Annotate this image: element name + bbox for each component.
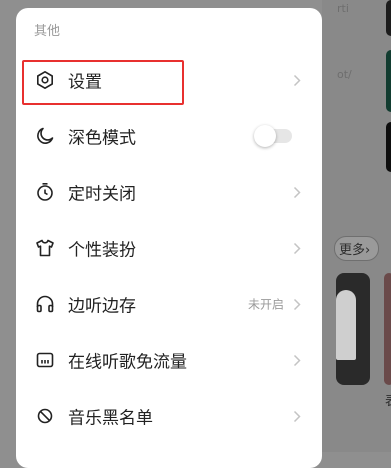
menu-item-label: 音乐黑名单 bbox=[68, 408, 153, 429]
moon-icon bbox=[34, 125, 56, 147]
background-figure bbox=[336, 290, 356, 360]
menu-item-label: 个性装扮 bbox=[68, 240, 136, 261]
section-title: 其他 bbox=[34, 24, 61, 39]
background-text: 表 bbox=[385, 390, 391, 409]
highlight-box bbox=[22, 60, 184, 105]
menu-item-free-data-streaming[interactable]: 在线听歌免流量 bbox=[16, 332, 322, 388]
toggle-knob bbox=[254, 125, 276, 147]
chevron-right-icon bbox=[292, 73, 302, 87]
background-thumbnail bbox=[386, 0, 391, 36]
background-more-button: 更多› bbox=[334, 236, 380, 261]
chevron-right-icon bbox=[292, 409, 302, 423]
headphones-icon bbox=[34, 293, 56, 315]
sim-card-icon bbox=[34, 349, 56, 371]
background-thumbnail bbox=[386, 50, 391, 112]
menu-item-dark-mode[interactable]: 深色模式 bbox=[16, 108, 322, 164]
menu-item-cache-while-listening[interactable]: 边听边存 未开启 bbox=[16, 276, 322, 332]
chevron-right-icon: › bbox=[365, 243, 371, 258]
chevron-right-icon bbox=[292, 241, 302, 255]
menu-item-sleep-timer[interactable]: 定时关闭 bbox=[16, 164, 322, 220]
menu-item-music-blacklist[interactable]: 音乐黑名单 bbox=[16, 388, 322, 444]
chevron-right-icon bbox=[292, 185, 302, 199]
block-icon bbox=[34, 405, 56, 427]
menu-item-label: 边听边存 bbox=[68, 296, 136, 317]
dark-mode-toggle[interactable] bbox=[254, 125, 292, 147]
chevron-right-icon bbox=[292, 353, 302, 367]
status-text: 未开启 bbox=[247, 297, 284, 312]
menu-item-label: 深色模式 bbox=[68, 128, 136, 149]
more-label: 更多 bbox=[339, 243, 366, 258]
chevron-right-icon bbox=[292, 297, 302, 311]
background-thumbnail bbox=[386, 122, 391, 172]
background-text: ot/ bbox=[337, 68, 352, 81]
menu-item-personalize[interactable]: 个性装扮 bbox=[16, 220, 322, 276]
tshirt-icon bbox=[34, 237, 56, 259]
background-text: rti bbox=[337, 2, 349, 15]
menu-item-label: 在线听歌免流量 bbox=[68, 352, 187, 373]
background-card bbox=[384, 273, 391, 385]
menu-item-label: 定时关闭 bbox=[68, 184, 136, 205]
timer-icon bbox=[34, 181, 56, 203]
